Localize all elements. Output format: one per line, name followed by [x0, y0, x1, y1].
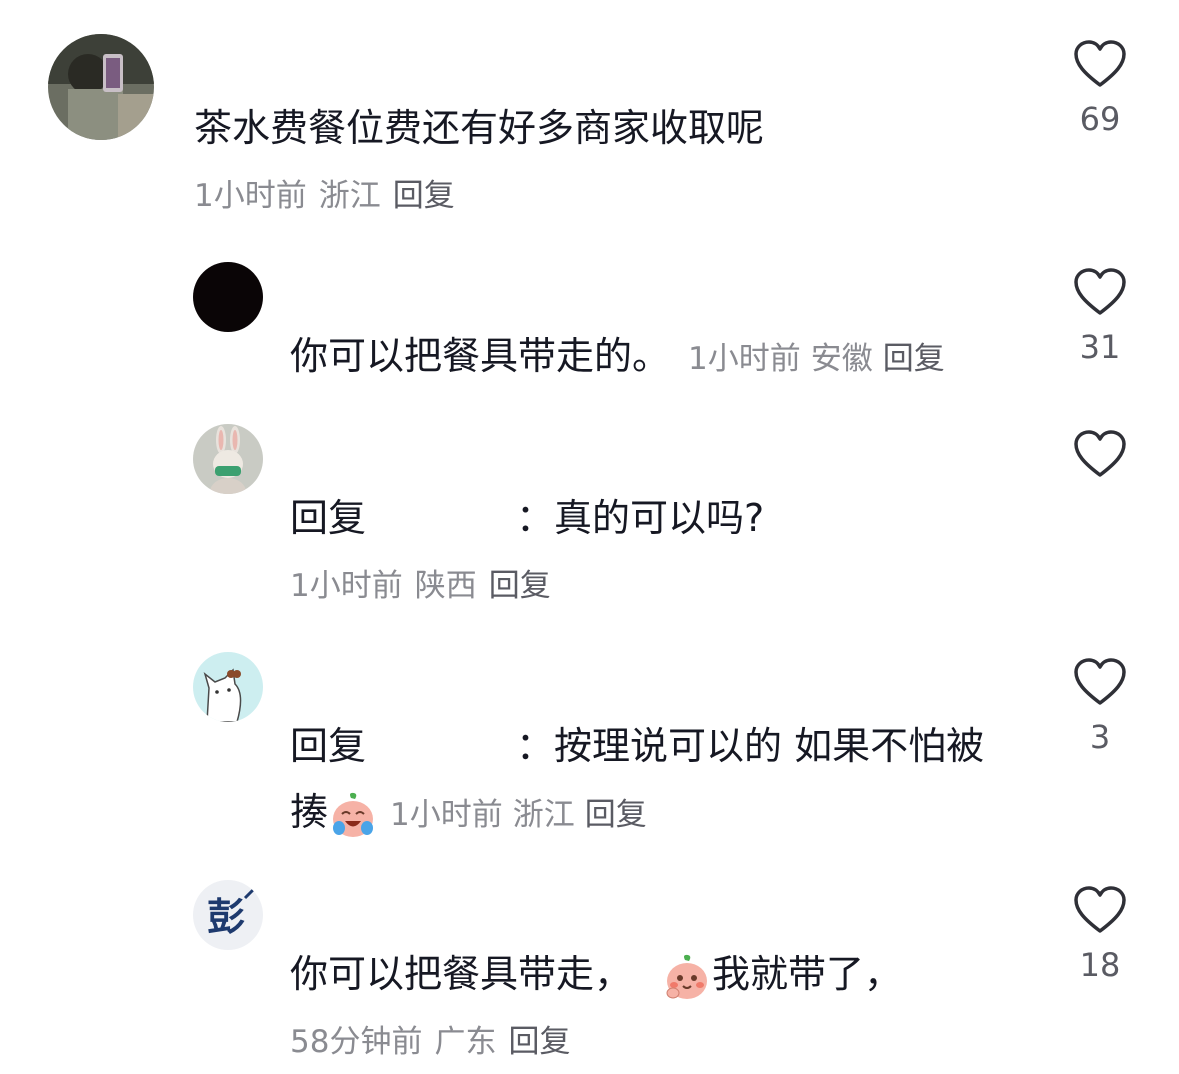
heart-icon	[1074, 268, 1126, 315]
comment-meta: 58分钟前 广东 回复	[290, 1022, 582, 1062]
like-count: 18	[1079, 946, 1121, 984]
like-button[interactable]: 18	[1050, 886, 1150, 984]
comment-text: 回复 ：真的可以吗?	[290, 494, 764, 542]
heart-icon	[1074, 40, 1126, 87]
like-count: 3	[1089, 718, 1111, 756]
comment-text-line2: 揍 1小时前 浙江 回复	[290, 788, 657, 840]
comment-meta: 1小时前 陕西 回复	[290, 566, 563, 606]
comment-text: 回复 ：按理说可以的 如果不怕被	[290, 722, 984, 770]
comment-time: 1小时前	[390, 797, 503, 833]
like-count: 31	[1079, 328, 1121, 366]
reply-prefix: 回复	[290, 496, 367, 540]
user-avatar[interactable]	[193, 262, 263, 332]
reply-button[interactable]: 回复	[883, 341, 945, 377]
like-button[interactable]: 69	[1050, 40, 1150, 138]
comment-text: 你可以把餐具带走的。 1小时前 安徽 回复	[290, 332, 955, 383]
comment-location: 广东	[434, 1024, 497, 1060]
comment-meta: 1小时前 安徽 回复	[688, 341, 955, 377]
reply-button[interactable]: 回复	[489, 568, 551, 604]
comment-meta: 1小时前 浙江 回复	[390, 797, 657, 833]
comment-location: 浙江	[512, 797, 575, 833]
comment-text-continuation: 揍	[290, 790, 329, 834]
comment-location: 浙江	[318, 178, 381, 214]
crying-laughing-emoji	[328, 790, 378, 840]
like-button[interactable]: 3	[1050, 658, 1150, 756]
heart-icon	[1074, 886, 1126, 933]
user-avatar[interactable]	[48, 34, 154, 140]
reply-prefix: 回复	[290, 724, 367, 768]
comment-text: 你可以把餐具带走， 我就带了，	[290, 950, 902, 1002]
comment-time: 1小时前	[194, 178, 307, 214]
like-button[interactable]	[1050, 430, 1150, 490]
comment-text-after: 我就带了，	[712, 952, 903, 996]
comment-location: 陕西	[414, 568, 477, 604]
user-avatar[interactable]	[193, 652, 263, 722]
reply-button[interactable]: 回复	[393, 178, 455, 214]
reply-button[interactable]: 回复	[585, 797, 647, 833]
comment-location: 安徽	[810, 341, 873, 377]
comment-time: 58分钟前	[290, 1024, 423, 1060]
like-count: 69	[1079, 100, 1121, 138]
comment-time: 1小时前	[688, 341, 801, 377]
comment-time: 1小时前	[290, 568, 403, 604]
user-avatar[interactable]: 彭	[193, 880, 263, 950]
user-avatar[interactable]	[193, 424, 263, 494]
comment-meta: 1小时前 浙江 回复	[194, 176, 467, 216]
like-button[interactable]: 31	[1050, 268, 1150, 366]
svg-text:彭: 彭	[207, 895, 245, 939]
comment-text-body: 你可以把餐具带走的。	[290, 334, 671, 378]
comment-text-body: ：按理说可以的 如果不怕被	[516, 724, 985, 768]
comment-text-body: 你可以把餐具带走，	[290, 952, 633, 996]
blushing-emoji	[662, 952, 712, 1002]
comment-text: 茶水费餐位费还有好多商家收取呢	[194, 106, 765, 150]
heart-icon	[1074, 658, 1126, 705]
comment-text-body: ：真的可以吗?	[516, 496, 765, 540]
reply-button[interactable]: 回复	[508, 1024, 570, 1060]
heart-icon	[1074, 430, 1126, 477]
